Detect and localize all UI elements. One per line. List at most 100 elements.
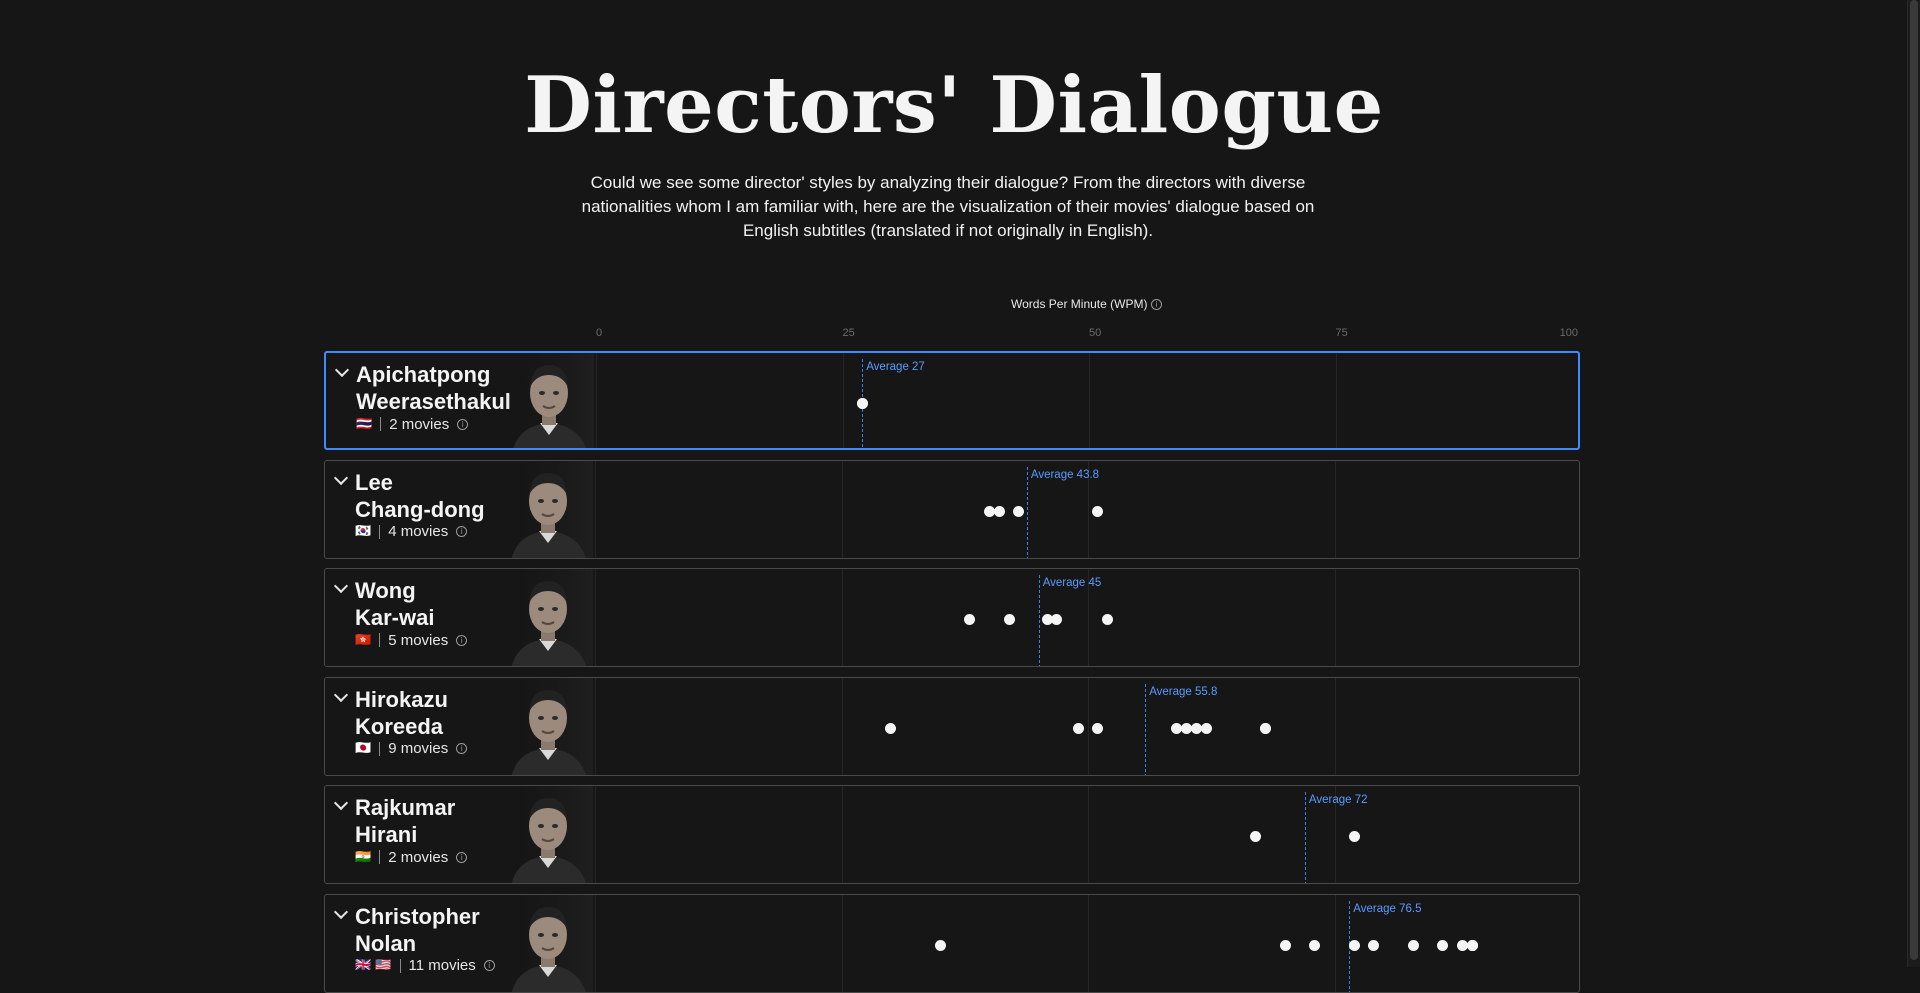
chevron-down-icon[interactable]: [333, 687, 349, 702]
director-photo: [503, 786, 593, 883]
movie-point[interactable]: [1407, 939, 1419, 951]
chevron-down-icon[interactable]: [333, 904, 349, 919]
divider: [379, 524, 381, 539]
info-icon[interactable]: i: [483, 960, 495, 971]
chevron-down-icon[interactable]: [334, 362, 350, 378]
director-meta: 🇭🇰 5 movies i: [355, 631, 468, 649]
chevron-down-icon[interactable]: [333, 578, 349, 594]
gridline: [841, 460, 843, 558]
movie-point[interactable]: [993, 505, 1005, 517]
movie-point[interactable]: [934, 939, 946, 951]
chevron-down-icon[interactable]: [333, 470, 349, 485]
gridline: [1088, 786, 1089, 883]
average-label: Average 72: [1308, 794, 1368, 806]
director-row[interactable]: Hirokazu Koreeda 🇯🇵 9 movies i Average 5…: [324, 676, 1580, 776]
movie-count: 2 movies: [389, 415, 450, 433]
divider: [399, 958, 401, 973]
info-icon[interactable]: i: [1150, 299, 1162, 311]
plot-area: Average 72: [595, 786, 1579, 883]
movie-point[interactable]: [964, 614, 976, 625]
movie-point[interactable]: [1050, 614, 1062, 625]
director-meta: 🇬🇧 🇺🇸 11 movies i: [355, 957, 495, 974]
country-flag-icon: 🇭🇰: [355, 632, 372, 648]
movie-point[interactable]: [1467, 939, 1479, 951]
gridline: [1088, 677, 1089, 775]
divider: [380, 417, 382, 431]
movie-point[interactable]: [1102, 614, 1114, 625]
movie-count: 11 movies: [408, 957, 476, 974]
average-label: Average 43.8: [1030, 468, 1100, 481]
info-icon[interactable]: i: [456, 526, 468, 537]
movie-point[interactable]: [1200, 722, 1212, 734]
gridline: [595, 786, 596, 883]
average-line: [1145, 683, 1147, 775]
director-meta: 🇯🇵 9 movies i: [355, 740, 468, 757]
director-row[interactable]: Rajkumar Hirani 🇮🇳 2 movies i Average 72: [324, 785, 1580, 884]
gridline: [1334, 894, 1336, 992]
gridline: [841, 894, 843, 992]
country-flag-icon: 🇰🇷: [355, 524, 372, 539]
director-photo: [503, 569, 593, 666]
movie-point[interactable]: [1279, 939, 1291, 951]
movie-point[interactable]: [1092, 722, 1104, 734]
plot-area: Average 76.5: [595, 894, 1579, 992]
gridline: [1088, 894, 1089, 992]
plot-area: Average 27: [596, 353, 1578, 448]
movie-count: 2 movies: [388, 848, 449, 866]
average-line: [1026, 466, 1028, 558]
page-scrollbar[interactable]: [1907, 0, 1920, 967]
country-flag-icon: 🇯🇵: [355, 741, 372, 756]
movie-count: 5 movies: [388, 631, 449, 649]
movie-point[interactable]: [1309, 939, 1321, 951]
director-photo: [503, 894, 593, 992]
average-label: Average 27: [866, 361, 925, 373]
movie-point[interactable]: [856, 398, 868, 409]
movie-point[interactable]: [1250, 831, 1262, 842]
axis-title-label: Words Per Minute (WPM): [1011, 297, 1148, 311]
director-row[interactable]: Christopher Nolan 🇬🇧 🇺🇸 11 movies i Aver…: [324, 893, 1580, 993]
director-row[interactable]: Apichatpong Weerasethakul 🇹🇭 2 movies i: [324, 351, 1580, 450]
director-row[interactable]: Lee Chang-dong 🇰🇷 4 movies i Average 43.…: [324, 459, 1580, 559]
director-meta: 🇹🇭 2 movies i: [356, 415, 469, 433]
plot-area: Average 45: [595, 569, 1579, 666]
movie-point[interactable]: [1013, 505, 1025, 517]
divider: [379, 633, 381, 647]
movie-point[interactable]: [1348, 939, 1360, 951]
movie-point[interactable]: [1259, 722, 1271, 734]
x-tick-label: 75: [1335, 327, 1348, 339]
gridline: [595, 569, 596, 666]
info-icon[interactable]: i: [456, 634, 468, 646]
axis-title: Words Per Minute (WPM) i: [1011, 297, 1162, 311]
movie-point[interactable]: [1092, 505, 1104, 517]
gridline: [841, 677, 843, 775]
info-icon[interactable]: i: [457, 418, 469, 430]
country-flag-icon: 🇹🇭: [356, 416, 373, 432]
divider: [379, 741, 381, 756]
gridline: [1334, 677, 1336, 775]
info-icon[interactable]: i: [456, 851, 468, 863]
movie-point[interactable]: [1368, 939, 1380, 951]
average-label: Average 45: [1042, 577, 1102, 589]
average-label: Average 55.8: [1149, 685, 1218, 698]
movie-point[interactable]: [1003, 614, 1015, 625]
movie-point[interactable]: [885, 722, 897, 734]
average-line: [1038, 575, 1040, 666]
movie-count: 4 movies: [388, 523, 449, 540]
x-tick-label: 0: [596, 327, 603, 339]
gridline: [595, 894, 596, 992]
movie-point[interactable]: [1348, 831, 1360, 842]
movie-point[interactable]: [1437, 939, 1449, 951]
director-photo: [504, 353, 594, 448]
scrollbar-thumb[interactable]: [1910, 0, 1918, 960]
movie-count: 9 movies: [388, 740, 449, 757]
average-label: Average 76.5: [1353, 902, 1422, 915]
chevron-down-icon[interactable]: [333, 795, 349, 811]
movie-point[interactable]: [1072, 722, 1084, 734]
info-icon[interactable]: i: [456, 743, 468, 754]
gridline: [596, 353, 597, 448]
gridline: [841, 569, 843, 666]
director-row[interactable]: Wong Kar-wai 🇭🇰 5 movies i Average 45: [324, 568, 1580, 667]
plot-area: Average 55.8: [595, 677, 1579, 775]
director-meta: 🇮🇳 2 movies i: [355, 848, 468, 866]
gridline: [1334, 569, 1336, 666]
